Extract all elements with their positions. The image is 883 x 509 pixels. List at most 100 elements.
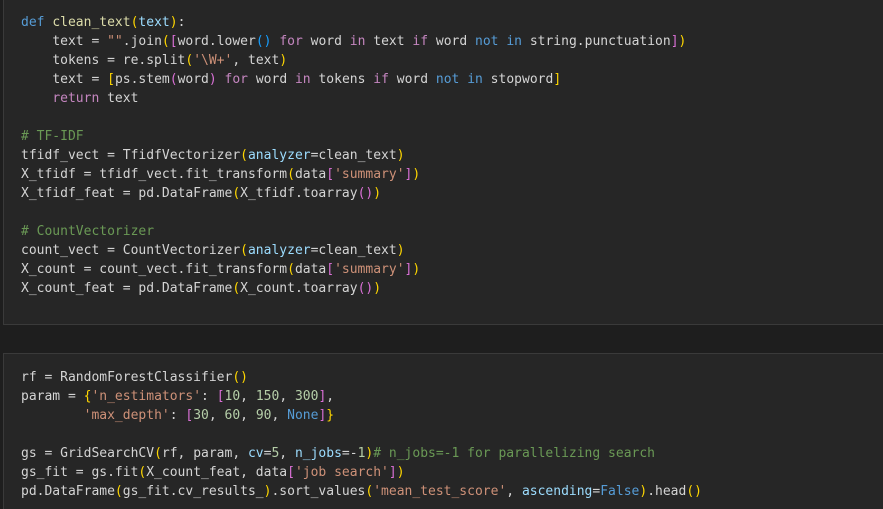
code-token: 'job search' <box>294 465 389 480</box>
code-token: cv <box>247 446 264 461</box>
code-token: ] <box>388 465 397 480</box>
code-token: 'max_depth' <box>83 408 170 423</box>
code-token: word <box>428 34 476 49</box>
code-editor[interactable]: def clean_text(text): text = "".join([wo… <box>21 13 686 298</box>
code-token: ) <box>639 484 648 499</box>
code-cell-text-vectorization[interactable]: def clean_text(text): text = "".join([wo… <box>3 0 883 325</box>
code-token: , <box>240 408 256 423</box>
code-token: =clean_text <box>310 243 397 258</box>
code-token: , <box>208 408 225 423</box>
code-token: X_count_feat, data <box>146 465 288 480</box>
code-editor[interactable]: rf = RandomForestClassifier () param = {'n… <box>21 368 702 501</box>
code-line: text = "".join([word.lower() for word in… <box>21 32 686 51</box>
code-token: not <box>475 34 499 49</box>
code-token: X_tfidf_feat = pd.DataFrame <box>21 186 233 201</box>
code-token: gs_fit = gs.fit <box>21 465 139 480</box>
code-line: gs_fit = gs.fit(X_count_feat, data['job … <box>21 463 702 482</box>
code-token: 90 <box>255 408 272 423</box>
code-token: data <box>294 167 327 182</box>
code-token: n_jobs <box>294 446 342 461</box>
code-line: X_count_feat = pd.DataFrame(X_count.toar… <box>21 279 686 298</box>
code-line: gs = GridSearchCV(rf, param, cv=5, n_job… <box>21 444 702 463</box>
code-token: '\W+' <box>193 53 233 68</box>
code-token: ( <box>287 262 295 277</box>
code-token: stopword <box>482 72 554 87</box>
code-token: ) <box>396 148 405 163</box>
code-token: not <box>435 72 460 87</box>
code-token: rf = RandomForestClassifier <box>21 370 233 385</box>
code-token: , <box>506 484 522 499</box>
code-line: X_count = count_vect.fit_transform(data[… <box>21 260 686 279</box>
code-token: return <box>52 91 100 106</box>
code-token: 'n_estimators' <box>91 389 202 404</box>
code-token: 30 <box>193 408 209 423</box>
code-token: word <box>388 72 436 87</box>
code-token: gs = GridSearchCV <box>21 446 155 461</box>
code-token: ( <box>240 148 248 163</box>
code-token: X_count.toarray <box>240 281 358 296</box>
code-token: ( <box>287 167 295 182</box>
code-token: # n_jobs=-1 for parallelizing search <box>373 446 655 461</box>
code-token: () <box>686 484 702 499</box>
code-token: analyzer <box>247 243 311 258</box>
code-token: if <box>373 72 389 87</box>
code-line: def clean_text(text): <box>21 13 686 32</box>
notebook-page: def clean_text(text): text = "".join([wo… <box>0 0 883 509</box>
code-cell-grid-search[interactable]: rf = RandomForestClassifier () param = {'n… <box>3 353 883 509</box>
code-token: tfidf_vect = TfidfVectorizer <box>21 148 241 163</box>
code-token: X_tfidf = tfidf_vect.fit_transform <box>21 167 288 182</box>
code-line: tokens = re.split('\W+', text) <box>21 51 686 70</box>
code-token: None <box>287 408 319 423</box>
code-line: tfidf_vect = TfidfVectorizer(analyzer=cl… <box>21 146 686 165</box>
code-token: [ <box>107 72 115 87</box>
code-token: in <box>294 72 311 87</box>
code-token: 10 <box>224 389 241 404</box>
code-token: , <box>279 446 295 461</box>
code-token: word.lower <box>177 34 256 49</box>
code-token: : <box>177 15 186 30</box>
code-token: ) <box>169 15 178 30</box>
code-token: =clean_text <box>310 148 397 163</box>
code-token: , <box>279 389 295 404</box>
code-token: text <box>138 15 170 30</box>
code-token: [ <box>216 389 225 404</box>
code-token: ) <box>396 243 405 258</box>
code-token: .head <box>647 484 687 499</box>
code-token: ) <box>412 262 421 277</box>
code-token: , text <box>232 53 280 68</box>
code-token: ) <box>208 72 217 87</box>
code-token: ( <box>232 281 241 296</box>
code-token: rf, param, <box>161 446 248 461</box>
code-token: count_vect = CountVectorizer <box>21 243 241 258</box>
code-token: () <box>357 186 374 201</box>
code-token: , <box>240 389 256 404</box>
code-token: analyzer <box>247 148 311 163</box>
code-token: ( <box>240 243 248 258</box>
code-token: () <box>357 281 374 296</box>
code-token: word <box>248 72 295 87</box>
code-token: text <box>99 91 139 106</box>
code-token: if <box>412 34 429 49</box>
code-token: 'summary' <box>334 167 405 182</box>
code-line: param = {'n_estimators': [10, 150, 300], <box>21 387 702 406</box>
code-token: data <box>294 262 327 277</box>
code-token: [ <box>169 34 178 49</box>
code-token: ) <box>396 465 405 480</box>
code-token: 'summary' <box>334 262 405 277</box>
code-token: ) <box>412 167 421 182</box>
code-token: ) <box>678 34 687 49</box>
code-line: 'max_depth': [30, 60, 90, None]} <box>21 406 702 425</box>
code-token: text <box>365 34 413 49</box>
code-token: # TF-IDF <box>21 129 84 144</box>
code-line: text = [ps.stem(word) for word in tokens… <box>21 70 686 89</box>
code-token: .join <box>122 34 162 49</box>
code-line: X_tfidf_feat = pd.DataFrame(X_tfidf.toar… <box>21 184 686 203</box>
code-token: X_count = count_vect.fit_transform <box>21 262 288 277</box>
code-token: [ <box>326 262 335 277</box>
code-token: 150 <box>255 389 280 404</box>
